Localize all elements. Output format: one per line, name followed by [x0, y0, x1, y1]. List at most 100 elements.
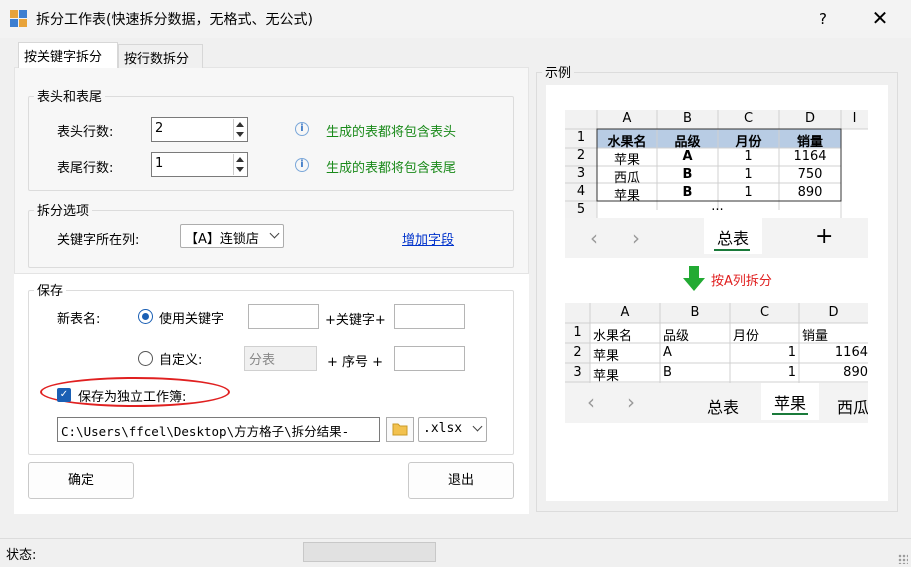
custom-name-input[interactable]: 分表 — [244, 346, 317, 371]
close-button[interactable]: ✕ — [864, 5, 896, 33]
row-header: 5 — [576, 202, 586, 217]
row-header: 2 — [576, 148, 586, 163]
custom-label: 自定义: — [159, 353, 203, 368]
col-header: B — [683, 111, 692, 126]
save-path-input[interactable]: C:\Users\ffcel\Desktop\方方格子\拆分结果- — [57, 417, 380, 442]
next-sheet-icon: › — [632, 226, 640, 250]
chevron-down-icon — [269, 228, 280, 239]
table-header-cell: 水果名 — [593, 329, 633, 344]
table-cell: B — [682, 167, 693, 182]
chevron-down-icon — [472, 421, 483, 432]
suffix-input[interactable] — [394, 304, 465, 329]
row-header: 3 — [573, 365, 582, 380]
header-footer-group — [28, 96, 514, 191]
table-cell: B — [663, 365, 672, 380]
table-cell: 1 — [744, 185, 753, 200]
table-cell: 1 — [744, 167, 753, 182]
ok-button[interactable]: 确定 — [28, 462, 134, 499]
footer-rows-label: 表尾行数: — [57, 161, 114, 176]
prev-sheet-icon: ‹ — [590, 226, 598, 250]
table-cell: 1 — [787, 365, 796, 380]
help-button[interactable]: ? — [808, 5, 838, 33]
custom-radio[interactable] — [138, 351, 153, 366]
add-sheet-icon: + — [815, 224, 834, 249]
table-cell: 西瓜 — [613, 171, 640, 186]
stepper-up-icon[interactable] — [236, 122, 244, 127]
stepper-down-icon[interactable] — [236, 132, 244, 137]
use-keyword-radio[interactable] — [138, 309, 153, 324]
header-rows-value: 2 — [155, 121, 164, 136]
window-title: 拆分工作表(快速拆分数据，无格式、无公式) — [36, 12, 313, 28]
header-rows-stepper[interactable]: 2 — [151, 117, 248, 142]
footer-rows-stepper[interactable]: 1 — [151, 152, 248, 177]
row-header: 1 — [576, 130, 586, 145]
table-header-cell: 月份 — [735, 135, 762, 150]
table-header-cell: 水果名 — [607, 135, 647, 150]
info-icon: i — [295, 158, 309, 172]
plus-keyword-label: +关键字+ — [325, 313, 386, 328]
ellipsis: ... — [711, 199, 724, 214]
row-header: 1 — [573, 325, 582, 340]
table-cell: 苹果 — [613, 189, 640, 204]
table-cell: 750 — [797, 167, 823, 182]
table-header-cell: 月份 — [733, 329, 760, 344]
footer-rows-value: 1 — [155, 156, 164, 171]
table-cell: A — [682, 149, 693, 164]
arrow-down-icon — [683, 266, 705, 291]
row-header: 2 — [573, 345, 582, 360]
status-label: 状态: — [6, 548, 37, 563]
browse-folder-button[interactable] — [386, 417, 414, 442]
key-column-label: 关键字所在列: — [57, 233, 140, 248]
col-header: C — [743, 111, 754, 126]
col-header: D — [804, 111, 815, 126]
col-header: A — [620, 305, 630, 320]
table-header-cell: 销量 — [802, 329, 829, 344]
prefix-input[interactable] — [248, 304, 319, 329]
key-column-select[interactable]: 【A】连锁店 — [180, 224, 284, 248]
new-name-label: 新表名: — [57, 312, 101, 327]
stepper-down-icon[interactable] — [236, 167, 244, 172]
table-cell: 1 — [787, 345, 796, 360]
save-workbook-label: 保存为独立工作簿: — [78, 390, 187, 405]
folder-icon — [392, 423, 408, 436]
tab-split-by-rows[interactable]: 按行数拆分 — [118, 44, 203, 68]
table-cell: 1 — [744, 149, 753, 164]
split-by-a-label: 按A列拆分 — [711, 274, 772, 289]
footer-hint: 生成的表都将包含表尾 — [326, 161, 457, 176]
info-icon: i — [295, 122, 309, 136]
table-header-cell: 品级 — [674, 135, 701, 150]
example-sheet-before: A B C D I 1 2 3 4 5 水果名 品级 月份 销量 苹果 A 1 … — [565, 110, 868, 218]
exit-button[interactable]: 退出 — [408, 462, 514, 499]
table-cell: 890 — [843, 365, 868, 380]
sheet-tab-watermelon: 西瓜 — [837, 398, 868, 417]
row-header: 3 — [576, 166, 586, 181]
table-cell: 890 — [797, 185, 823, 200]
table-cell: 苹果 — [613, 153, 640, 168]
col-header: B — [690, 305, 700, 320]
col-header: C — [759, 305, 770, 320]
header-footer-group-title: 表头和表尾 — [34, 86, 106, 105]
example-group-title: 示例 — [542, 62, 575, 81]
file-extension-select[interactable]: .xlsx — [418, 417, 487, 442]
save-workbook-checkbox[interactable]: ✓ — [57, 388, 71, 402]
file-extension-value: .xlsx — [423, 421, 463, 436]
table-cell: 1164 — [834, 345, 868, 360]
header-hint: 生成的表都将包含表头 — [326, 125, 457, 140]
plus-seq-label: + 序号 + — [327, 355, 384, 370]
stepper-up-icon[interactable] — [236, 157, 244, 162]
next-sheet-icon: › — [627, 390, 635, 414]
example-sheet-after: A B C D 1 2 3 水果名 品级 月份 销量 苹果 A 1 1164 苹… — [565, 303, 868, 383]
progress-bar — [303, 542, 436, 562]
active-tab-underline — [714, 249, 750, 251]
table-cell: 苹果 — [593, 349, 620, 364]
col-header: D — [828, 305, 839, 320]
add-field-link[interactable]: 增加字段 — [402, 229, 454, 248]
table-header-cell: 品级 — [663, 329, 690, 344]
seq-suffix-input[interactable] — [394, 346, 465, 371]
resize-grip[interactable] — [898, 554, 908, 564]
tab-split-by-keyword[interactable]: 按关键字拆分 — [18, 42, 118, 68]
active-tab-underline — [772, 413, 808, 415]
key-column-value: 【A】连锁店 — [185, 232, 259, 247]
app-icon — [10, 10, 27, 27]
col-header: A — [622, 111, 632, 126]
